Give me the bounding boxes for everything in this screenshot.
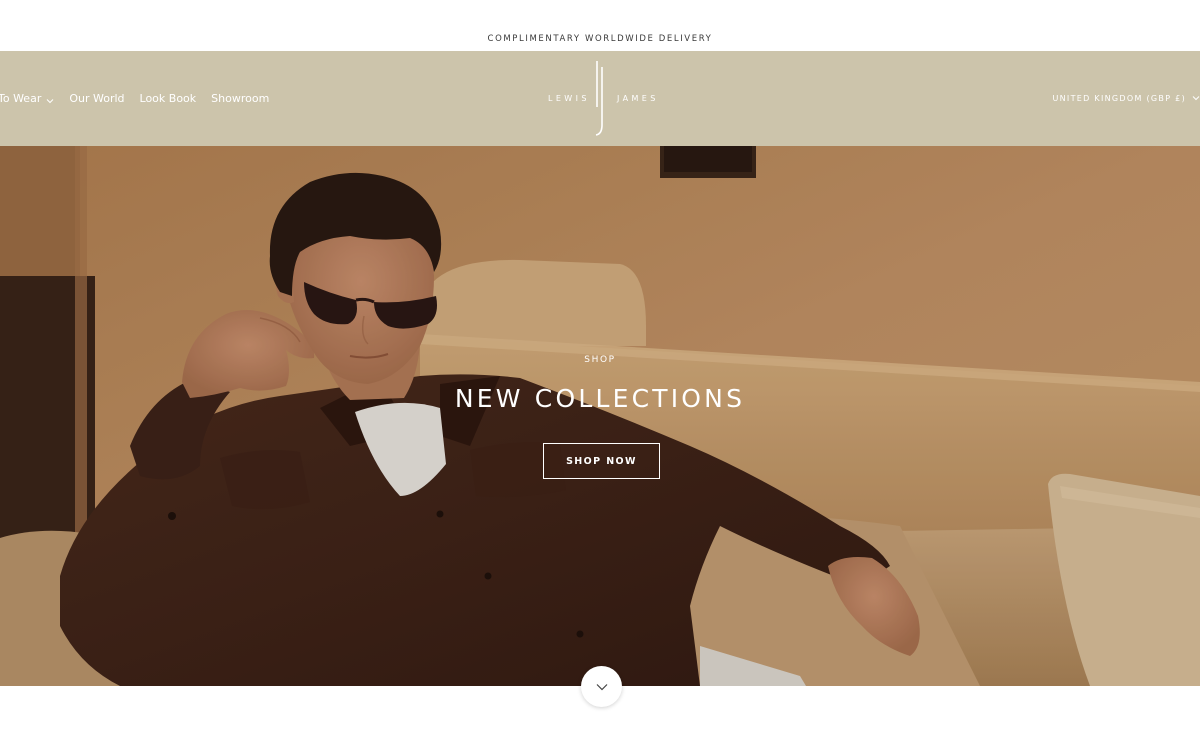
announcement-text: COMPLIMENTARY WORLDWIDE DELIVERY xyxy=(487,33,713,44)
main-nav: To Wear Our World Look Book Showroom xyxy=(0,51,269,146)
logo-left-word: LEWIS xyxy=(548,94,590,103)
nav-item-label: Look Book xyxy=(139,92,197,105)
site-header: To Wear Our World Look Book Showroom LEW… xyxy=(0,51,1200,146)
chevron-down-icon xyxy=(1192,94,1200,104)
logo-monogram-icon xyxy=(595,61,603,136)
scroll-down-button[interactable] xyxy=(581,666,622,707)
nav-item-our-world[interactable]: Our World xyxy=(69,92,124,105)
nav-item-look-book[interactable]: Look Book xyxy=(140,92,197,105)
country-selector-label: UNITED KINGDOM (GBP £) xyxy=(1052,94,1186,103)
nav-item-label: Showroom xyxy=(211,92,270,105)
nav-item-to-wear[interactable]: To Wear xyxy=(0,92,54,105)
country-selector[interactable]: UNITED KINGDOM (GBP £) xyxy=(1052,51,1200,146)
nav-item-label: Our World xyxy=(69,92,125,105)
chevron-down-icon xyxy=(596,678,608,696)
shop-now-button[interactable]: SHOP NOW xyxy=(543,443,660,479)
hero-headline: NEW COLLECTIONS xyxy=(454,384,746,413)
hero-content: SHOP NEW COLLECTIONS SHOP NOW xyxy=(0,146,1200,686)
announcement-bar: COMPLIMENTARY WORLDWIDE DELIVERY xyxy=(0,0,1200,51)
hero-banner: SHOP NEW COLLECTIONS SHOP NOW xyxy=(0,146,1200,686)
brand-logo[interactable]: LEWIS JAMES xyxy=(540,57,660,141)
nav-item-showroom[interactable]: Showroom xyxy=(211,92,269,105)
nav-item-label: To Wear xyxy=(0,92,42,105)
hero-eyebrow: SHOP xyxy=(584,355,616,365)
chevron-down-icon xyxy=(46,95,54,103)
logo-right-word: JAMES xyxy=(617,94,659,103)
